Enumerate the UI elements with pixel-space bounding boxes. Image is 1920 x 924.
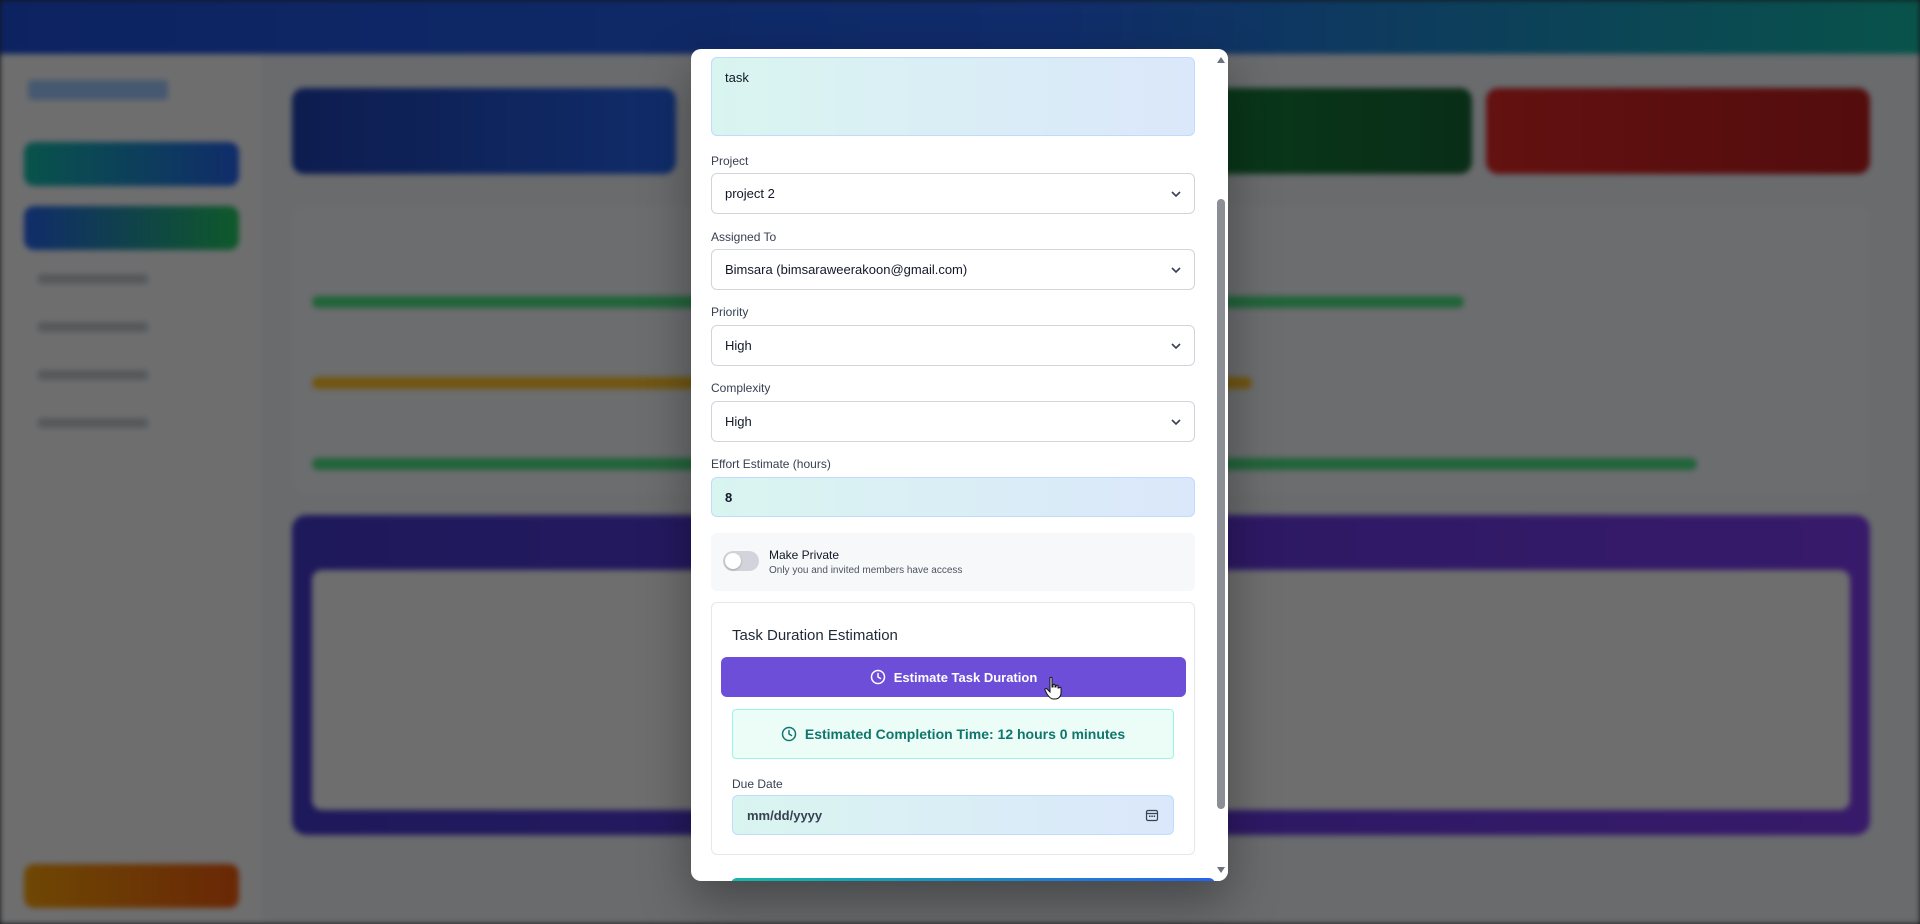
chevron-down-icon: [1171, 342, 1181, 349]
priority-select-value: High: [725, 338, 752, 353]
cursor-pointer-icon: [1044, 676, 1062, 700]
make-private-section: Make Private Only you and invited member…: [711, 533, 1195, 591]
complexity-select-value: High: [725, 414, 752, 429]
estimated-completion-text: Estimated Completion Time: 12 hours 0 mi…: [804, 726, 1126, 742]
assigned-to-select[interactable]: Bimsara (bimsaraweerakoon@gmail.com): [711, 249, 1195, 290]
estimate-task-duration-button[interactable]: Estimate Task Duration: [721, 657, 1186, 697]
toggle-knob: [725, 553, 741, 569]
priority-label: Priority: [711, 305, 749, 319]
effort-estimate-input[interactable]: 8: [711, 477, 1195, 517]
assigned-to-label: Assigned To: [711, 230, 777, 244]
next-section-edge: [731, 878, 1215, 881]
assigned-to-select-value: Bimsara (bimsaraweerakoon@gmail.com): [725, 262, 968, 277]
effort-estimate-label: Effort Estimate (hours): [711, 457, 831, 471]
modal-scrollbar[interactable]: [1214, 49, 1228, 881]
estimation-title: Task Duration Estimation: [732, 627, 898, 644]
due-date-placeholder: mm/dd/yyyy: [747, 807, 823, 823]
scroll-up-icon[interactable]: [1217, 57, 1225, 63]
effort-estimate-value: 8: [725, 489, 733, 505]
clock-icon: [870, 669, 885, 685]
complexity-select[interactable]: High: [711, 401, 1195, 442]
due-date-label: Due Date: [732, 777, 783, 791]
clock-icon: [781, 726, 797, 742]
estimated-completion-result: Estimated Completion Time: 12 hours 0 mi…: [732, 709, 1174, 759]
chevron-down-icon: [1171, 266, 1181, 273]
chevron-down-icon: [1171, 190, 1181, 197]
calendar-icon[interactable]: [1145, 808, 1159, 822]
priority-select[interactable]: High: [711, 325, 1195, 366]
project-select-value: project 2: [725, 186, 775, 201]
create-task-modal: task Project project 2 Assigned To Bimsa…: [691, 49, 1228, 881]
due-date-input[interactable]: mm/dd/yyyy: [732, 795, 1174, 835]
task-description-textarea[interactable]: task: [711, 57, 1195, 136]
make-private-toggle[interactable]: [723, 551, 759, 571]
project-label: Project: [711, 154, 749, 168]
scroll-down-icon[interactable]: [1217, 867, 1225, 873]
task-description-value: task: [725, 70, 749, 85]
make-private-title: Make Private: [769, 548, 840, 562]
scrollbar-thumb[interactable]: [1217, 199, 1225, 809]
complexity-label: Complexity: [711, 381, 771, 395]
estimate-button-label: Estimate Task Duration: [893, 669, 1038, 685]
project-select[interactable]: project 2: [711, 173, 1195, 214]
chevron-down-icon: [1171, 418, 1181, 425]
task-duration-estimation-section: Task Duration Estimation Estimate Task D…: [711, 602, 1195, 855]
make-private-subtitle: Only you and invited members have access: [769, 565, 963, 576]
